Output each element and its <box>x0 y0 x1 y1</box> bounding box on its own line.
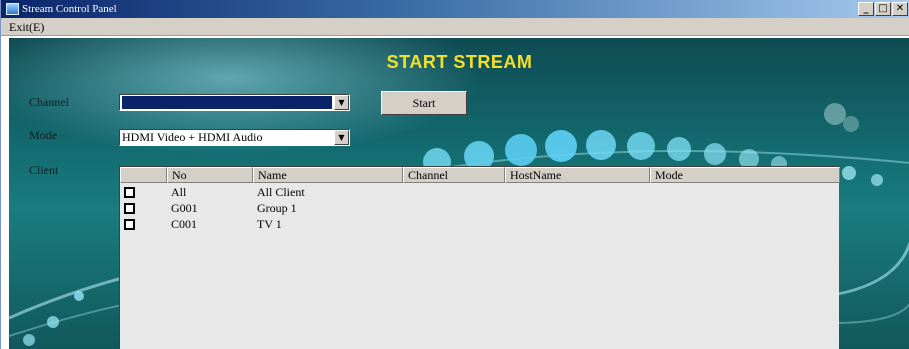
client-list-header: No Name Channel HostName Mode <box>120 167 840 183</box>
column-header-name[interactable]: Name <box>253 167 403 183</box>
client-label: Client <box>29 163 59 177</box>
client-list[interactable]: No Name Channel HostName Mode All All Cl… <box>119 166 840 349</box>
table-row[interactable]: C001 TV 1 <box>120 217 840 232</box>
window-title: Stream Control Panel <box>22 3 117 15</box>
cell-name: Group 1 <box>257 201 297 215</box>
control-panel-background: START STREAM Channel ▼ Start Mode HDMI V… <box>9 38 909 349</box>
column-header-mode[interactable]: Mode <box>650 167 840 183</box>
menu-bar: Exit(E) <box>1 18 909 36</box>
table-row[interactable]: All All Client <box>120 185 840 200</box>
row-checkbox[interactable] <box>124 203 135 214</box>
column-header-no[interactable]: No <box>167 167 253 183</box>
cell-no: C001 <box>171 217 198 231</box>
channel-select[interactable]: ▼ <box>119 94 350 111</box>
mode-select[interactable]: HDMI Video + HDMI Audio ▼ <box>119 129 350 146</box>
chevron-down-icon[interactable]: ▼ <box>334 130 349 145</box>
cell-name: TV 1 <box>257 217 282 231</box>
cell-no: All <box>171 185 187 199</box>
app-icon <box>6 3 19 15</box>
mode-select-value: HDMI Video + HDMI Audio <box>122 130 263 144</box>
cell-name: All Client <box>257 185 305 199</box>
minimize-button[interactable]: _ <box>858 2 874 16</box>
column-header-channel[interactable]: Channel <box>403 167 505 183</box>
close-button[interactable]: ✕ <box>892 2 908 16</box>
cell-no: G001 <box>171 201 198 215</box>
column-header-hostname[interactable]: HostName <box>505 167 650 183</box>
page-heading: START STREAM <box>386 52 533 72</box>
start-button[interactable]: Start <box>381 91 467 115</box>
column-header-check[interactable] <box>120 167 167 183</box>
mode-label: Mode <box>29 128 57 142</box>
table-row[interactable]: G001 Group 1 <box>120 201 840 216</box>
window-controls: _ □ ✕ <box>858 2 908 16</box>
title-bar[interactable]: Stream Control Panel _ □ ✕ <box>1 0 909 18</box>
stream-control-window: Stream Control Panel _ □ ✕ Exit(E) START… <box>0 0 909 349</box>
row-checkbox[interactable] <box>124 219 135 230</box>
channel-label: Channel <box>29 95 69 109</box>
menu-exit[interactable]: Exit(E) <box>9 19 44 35</box>
chevron-down-icon[interactable]: ▼ <box>334 95 349 110</box>
maximize-button[interactable]: □ <box>875 2 891 16</box>
row-checkbox[interactable] <box>124 187 135 198</box>
channel-select-value <box>122 96 332 109</box>
